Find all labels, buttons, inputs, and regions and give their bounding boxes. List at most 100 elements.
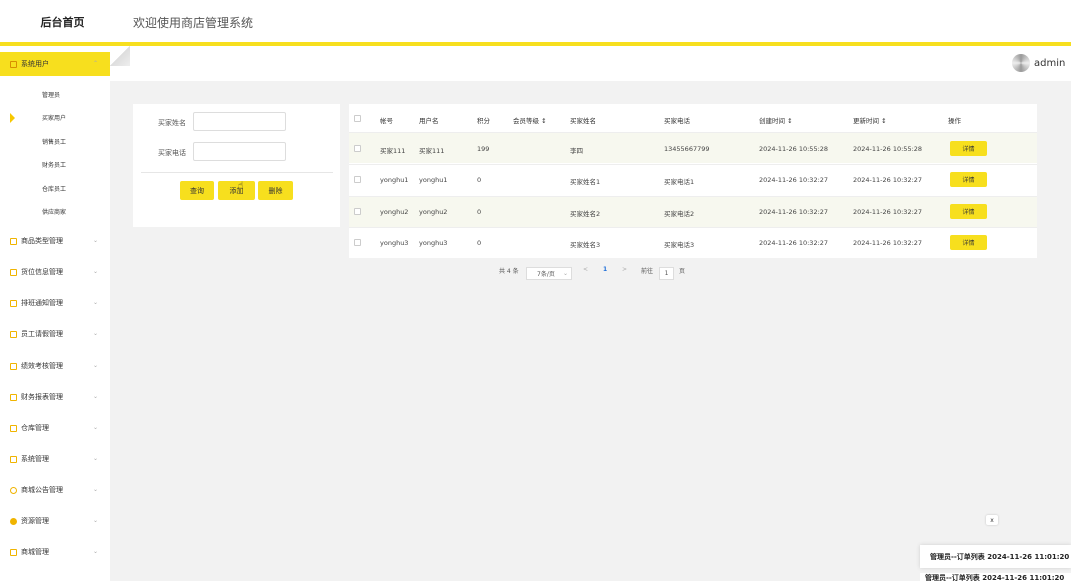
cell-buyer-name: 买家姓名2 [570, 210, 601, 218]
cell-buyer-phone: 买家电话1 [664, 178, 695, 186]
cell-buyer-name: 买家姓名3 [570, 241, 601, 249]
sidebar-group-warehouse[interactable]: 仓库管理 ⌄ [0, 416, 110, 440]
cell-buyer-phone: 买家电话2 [664, 210, 695, 218]
chevron-down-icon: ⌄ [92, 268, 98, 275]
cell-created: 2024-11-26 10:32:27 [759, 208, 829, 216]
notification-close-button[interactable]: x [986, 515, 998, 525]
cell-updated: 2024-11-26 10:32:27 [853, 239, 923, 247]
sidebar-item-label: 销售员工 [42, 138, 67, 146]
sidebar-item-buyer-users[interactable]: 买家用户 [0, 108, 110, 126]
detail-button[interactable]: 详情 [950, 172, 987, 187]
avatar[interactable] [1012, 54, 1030, 72]
sidebar-item-suppliers[interactable]: 供应商家 [0, 202, 110, 220]
page-unit-label: 页 [679, 268, 686, 275]
sidebar-collapse-toggle[interactable] [110, 46, 130, 66]
add-button[interactable]: 添加 [218, 181, 255, 200]
chevron-down-icon: ⌄ [92, 424, 98, 431]
sidebar-group-system[interactable]: 系统管理 ⌄ [0, 447, 110, 471]
cell-account: 买家111 [380, 147, 406, 155]
search-divider [141, 172, 333, 173]
sidebar-item-label: 财务员工 [42, 161, 67, 169]
detail-button[interactable]: 详情 [950, 235, 987, 250]
cell-account: yonghu2 [380, 208, 409, 216]
sidebar-group-performance[interactable]: 绩效考核管理 ⌄ [0, 354, 110, 378]
cell-account: yonghu3 [380, 239, 409, 247]
row-checkbox[interactable] [354, 176, 361, 183]
sidebar-group-mall[interactable]: 商城管理 ⌄ [0, 540, 110, 564]
row-checkbox[interactable] [354, 239, 361, 246]
sidebar-group-finance-reports[interactable]: 财务报表管理 ⌄ [0, 385, 110, 409]
sidebar-item-label: 仓库员工 [42, 185, 67, 193]
cell-username: yonghu3 [419, 239, 448, 247]
detail-button[interactable]: 详情 [950, 141, 987, 156]
sidebar-group-label: 绩效考核管理 [21, 362, 63, 370]
sidebar-group-label: 系统用户 [21, 60, 49, 68]
delete-button[interactable]: 删除 [258, 181, 293, 200]
bulb-icon [10, 517, 17, 525]
user-icon [10, 60, 17, 68]
sidebar-item-admin[interactable]: 管理员 [0, 85, 110, 103]
cell-buyer-phone: 13455667799 [664, 145, 710, 153]
sidebar-group-label: 商城管理 [21, 548, 49, 556]
detail-button[interactable]: 详情 [950, 204, 987, 219]
sidebar-group-label: 仓库管理 [21, 424, 49, 432]
cell-points: 0 [477, 208, 482, 216]
chevron-down-icon: ⌄ [92, 330, 98, 337]
sidebar-group-leave[interactable]: 员工请假管理 ⌄ [0, 322, 110, 346]
chevron-down-icon: ⌄ [92, 362, 98, 369]
notification-toast[interactable]: 管理员--订单列表 2024-11-26 11:01:20 [920, 545, 1071, 568]
goto-page-input[interactable]: 1 [659, 267, 674, 280]
query-button[interactable]: 查询 [180, 181, 214, 200]
sidebar-group-locations[interactable]: 货位信息管理 ⌄ [0, 260, 110, 284]
sidebar-group-schedules[interactable]: 排班通知管理 ⌄ [0, 291, 110, 315]
sidebar-group-resources[interactable]: 资源管理 ⌄ [0, 509, 110, 533]
folder-icon [10, 268, 17, 276]
goto-label: 前往 [641, 268, 654, 275]
buyer-name-input[interactable] [193, 112, 286, 131]
info-icon [10, 486, 17, 494]
column-header-buyer-name: 买家姓名 [570, 117, 596, 125]
select-all-checkbox[interactable] [354, 115, 361, 122]
page-size-value: 7条/页 [537, 271, 555, 278]
column-header-updated[interactable]: 更新时间 ↕ [853, 115, 887, 125]
sidebar-item-warehouse-staff[interactable]: 仓库员工 [0, 179, 110, 197]
sidebar-group-label: 财务报表管理 [21, 393, 63, 401]
pointer-cursor-icon: ☝ [238, 181, 244, 191]
folder-icon [10, 393, 17, 401]
brand-home-link[interactable]: 后台首页 [0, 0, 125, 43]
page-size-select[interactable]: 7条/页 ⌄ [526, 267, 572, 280]
page-number-current[interactable]: 1 [603, 266, 607, 273]
folder-icon [10, 299, 17, 307]
column-header-actions: 操作 [948, 117, 961, 125]
sidebar-item-label: 买家用户 [42, 114, 67, 122]
chevron-down-icon: ⌄ [92, 517, 98, 524]
column-header-username: 用户名 [419, 117, 439, 125]
column-header-account: 帐号 [380, 117, 393, 125]
cell-created: 2024-11-26 10:32:27 [759, 239, 829, 247]
sidebar-item-label: 供应商家 [42, 208, 67, 216]
username[interactable]: admin [1034, 58, 1065, 69]
sidebar-item-sales-staff[interactable]: 销售员工 [0, 132, 110, 150]
column-header-created[interactable]: 创建时间 ↕ [759, 115, 793, 125]
next-page-button[interactable]: > [622, 266, 627, 273]
main-topbar [110, 46, 1071, 81]
sidebar-group-label: 商品类型管理 [21, 237, 63, 245]
cart-icon [10, 548, 17, 556]
sidebar-group-label: 排班通知管理 [21, 299, 63, 307]
sidebar-group-system-users[interactable]: 系统用户 ⌃ [0, 52, 110, 76]
chevron-down-icon: ⌄ [92, 393, 98, 400]
sidebar-group-announcements[interactable]: 商城公告管理 ⌄ [0, 478, 110, 502]
sidebar-item-finance-staff[interactable]: 财务员工 [0, 155, 110, 173]
prev-page-button[interactable]: < [583, 266, 588, 273]
row-checkbox[interactable] [354, 208, 361, 215]
column-header-member-level[interactable]: 会员等级 ↕ [513, 115, 547, 125]
row-checkbox[interactable] [354, 145, 361, 152]
cell-username: yonghu1 [419, 176, 448, 184]
system-title: 欢迎使用商店管理系统 [133, 16, 254, 30]
cell-updated: 2024-11-26 10:32:27 [853, 176, 923, 184]
chevron-down-icon: ⌄ [92, 486, 98, 493]
pagination-total: 共 4 条 [499, 268, 519, 275]
buyer-phone-input[interactable] [193, 142, 286, 161]
notification-toast[interactable]: 管理员--订单列表 2024-11-26 11:01:20 [920, 573, 1071, 581]
sidebar-group-product-types[interactable]: 商品类型管理 ⌄ [0, 229, 110, 253]
